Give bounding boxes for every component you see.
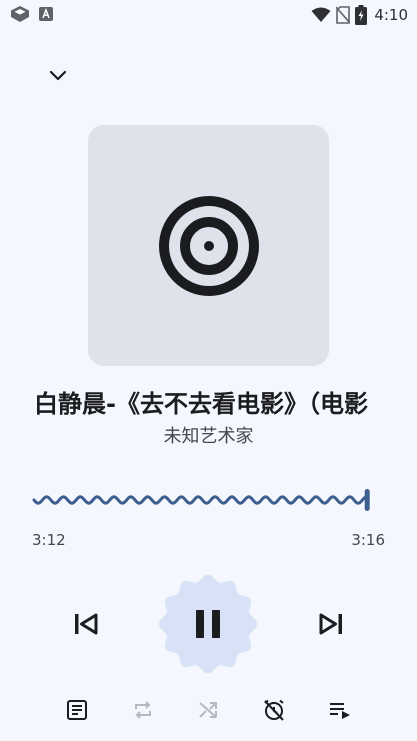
song-title-container: 白静晨-《去不去看电影》（电影 xyxy=(34,386,384,422)
bottom-action-bar xyxy=(0,690,417,730)
lyrics-icon xyxy=(67,700,87,720)
wifi-icon xyxy=(311,7,331,23)
pause-icon xyxy=(196,610,220,638)
queue-icon xyxy=(330,703,350,719)
sleep-timer-off-icon xyxy=(264,699,284,721)
status-bar: 4:10 xyxy=(0,0,417,30)
vinyl-disc-icon xyxy=(158,195,259,296)
previous-button[interactable] xyxy=(66,604,106,644)
shuffle-button[interactable] xyxy=(192,694,224,726)
play-pause-button[interactable] xyxy=(157,573,259,675)
repeat-button[interactable] xyxy=(127,694,159,726)
a-notification-icon xyxy=(39,7,53,21)
status-time: 4:10 xyxy=(374,6,408,24)
no-sim-icon xyxy=(336,6,351,24)
skip-next-icon xyxy=(319,613,342,635)
collapse-button[interactable] xyxy=(40,58,76,94)
app-notification-icon xyxy=(10,5,30,23)
sleep-timer-button[interactable] xyxy=(258,694,290,726)
progress-slider[interactable] xyxy=(32,486,384,514)
queue-button[interactable] xyxy=(324,694,356,726)
battery-icon xyxy=(355,5,368,25)
next-button[interactable] xyxy=(311,604,351,644)
song-title: 白静晨-《去不去看电影》（电影 xyxy=(34,390,368,418)
skip-previous-icon xyxy=(75,613,98,635)
shuffle-icon xyxy=(199,702,217,718)
progress-wave xyxy=(32,495,369,505)
song-artist: 未知艺术家 xyxy=(163,426,254,447)
progress-thumb[interactable] xyxy=(364,489,370,511)
current-time: 3:12 xyxy=(32,531,66,549)
total-time: 3:16 xyxy=(351,531,385,549)
chevron-down-icon xyxy=(49,70,67,81)
repeat-icon xyxy=(135,701,151,719)
lyrics-button[interactable] xyxy=(61,694,93,726)
album-cover xyxy=(88,125,329,366)
